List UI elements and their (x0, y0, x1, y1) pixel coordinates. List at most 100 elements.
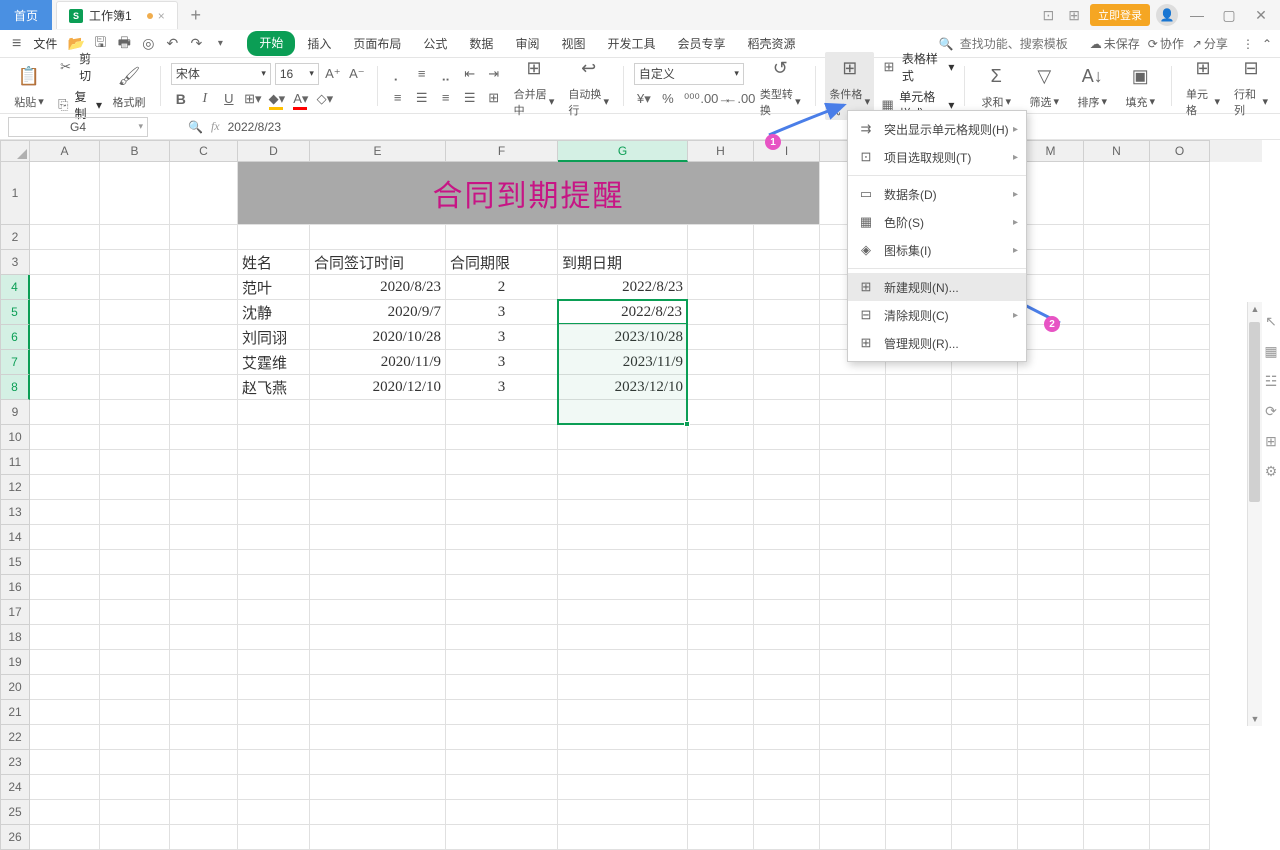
minimize-button[interactable]: — (1184, 3, 1210, 27)
cell[interactable] (170, 450, 238, 475)
clear-format-icon[interactable]: ◇▾ (315, 89, 335, 109)
percent-icon[interactable]: % (658, 89, 678, 109)
cell[interactable] (170, 700, 238, 725)
cell[interactable] (558, 575, 688, 600)
window-layout-icon[interactable]: ⊡ (1039, 7, 1059, 24)
cell[interactable] (170, 425, 238, 450)
cell[interactable] (886, 675, 952, 700)
cell[interactable] (310, 625, 446, 650)
dropdown-chevron-icon[interactable]: ▾ (209, 33, 231, 55)
cell[interactable] (820, 475, 886, 500)
cell[interactable] (1084, 775, 1150, 800)
align-middle-icon[interactable]: ≡ (412, 64, 432, 84)
cell[interactable] (100, 625, 170, 650)
cell[interactable] (886, 525, 952, 550)
cell[interactable] (310, 775, 446, 800)
increase-decimal-icon[interactable]: .00→ (706, 89, 726, 109)
cell[interactable] (310, 400, 446, 425)
cell[interactable] (310, 450, 446, 475)
menu-item-4[interactable]: ▦色阶(S)▸ (848, 208, 1026, 236)
cell[interactable] (170, 300, 238, 325)
cell[interactable] (1150, 550, 1210, 575)
cell[interactable] (754, 650, 820, 675)
cell[interactable]: 2020/9/7 (310, 300, 446, 325)
cell[interactable] (100, 600, 170, 625)
cell[interactable] (30, 325, 100, 350)
cell[interactable] (100, 700, 170, 725)
type-convert-group[interactable]: ↺ 类型转换▾ (756, 54, 805, 118)
cell[interactable] (1018, 275, 1084, 300)
cell[interactable] (952, 675, 1018, 700)
border-button[interactable]: ⊞▾ (243, 89, 263, 109)
indent-dec-icon[interactable]: ⇤ (460, 64, 480, 84)
cell[interactable] (446, 650, 558, 675)
cell[interactable] (754, 550, 820, 575)
cell[interactable] (310, 675, 446, 700)
cell[interactable] (446, 800, 558, 825)
cell[interactable] (754, 350, 820, 375)
cell[interactable] (688, 550, 754, 575)
cell[interactable] (1150, 700, 1210, 725)
cell[interactable] (238, 425, 310, 450)
cell[interactable] (30, 400, 100, 425)
cell[interactable] (238, 575, 310, 600)
justify-icon[interactable]: ☰ (460, 88, 480, 108)
cell[interactable] (820, 700, 886, 725)
cell[interactable] (100, 275, 170, 300)
cell[interactable] (1150, 600, 1210, 625)
close-button[interactable]: ✕ (1248, 3, 1274, 27)
cell[interactable] (170, 225, 238, 250)
ribbon-tab-2[interactable]: 页面布局 (343, 31, 411, 56)
cell[interactable] (886, 425, 952, 450)
cell[interactable] (30, 300, 100, 325)
search-box[interactable]: 🔍 (939, 37, 1080, 51)
cell[interactable] (952, 775, 1018, 800)
cell[interactable] (170, 775, 238, 800)
side-backup-icon[interactable]: ⟳ (1263, 403, 1279, 419)
row-header-5[interactable]: 5 (0, 300, 30, 325)
cell[interactable] (558, 500, 688, 525)
cell[interactable] (100, 350, 170, 375)
row-header-8[interactable]: 8 (0, 375, 30, 400)
copy-icon[interactable]: ⎘ (56, 95, 71, 115)
cell[interactable] (238, 550, 310, 575)
cell[interactable]: 2023/12/10 (558, 375, 688, 400)
cell[interactable] (446, 750, 558, 775)
tab-home[interactable]: 首页 (0, 0, 52, 30)
cell[interactable] (1018, 650, 1084, 675)
cell[interactable] (558, 475, 688, 500)
col-header-E[interactable]: E (310, 140, 446, 162)
underline-button[interactable]: U (219, 89, 239, 109)
cell[interactable] (170, 400, 238, 425)
cell[interactable]: 2023/9/7 (558, 300, 688, 325)
cell[interactable] (886, 575, 952, 600)
cell[interactable] (688, 775, 754, 800)
cell[interactable] (170, 350, 238, 375)
cell[interactable] (558, 750, 688, 775)
cell[interactable] (238, 650, 310, 675)
cell[interactable] (754, 675, 820, 700)
cell[interactable]: 沈静 (238, 300, 310, 325)
cell[interactable] (30, 750, 100, 775)
cell[interactable] (754, 400, 820, 425)
cell[interactable] (1150, 250, 1210, 275)
cell[interactable] (30, 350, 100, 375)
sort-group[interactable]: A↓排序▾ (1071, 62, 1113, 110)
cell[interactable] (310, 425, 446, 450)
cell[interactable] (886, 450, 952, 475)
cell[interactable] (952, 575, 1018, 600)
cell[interactable] (1084, 550, 1150, 575)
cell[interactable] (754, 825, 820, 850)
cell[interactable] (886, 775, 952, 800)
cell[interactable] (170, 800, 238, 825)
cell[interactable] (820, 450, 886, 475)
cell[interactable] (100, 750, 170, 775)
cell[interactable] (886, 550, 952, 575)
cell[interactable] (238, 400, 310, 425)
cell[interactable] (1150, 425, 1210, 450)
cell[interactable] (1018, 500, 1084, 525)
cell[interactable] (886, 400, 952, 425)
close-tab-icon[interactable]: × (158, 9, 165, 23)
cell[interactable] (952, 475, 1018, 500)
cell[interactable] (1084, 225, 1150, 250)
